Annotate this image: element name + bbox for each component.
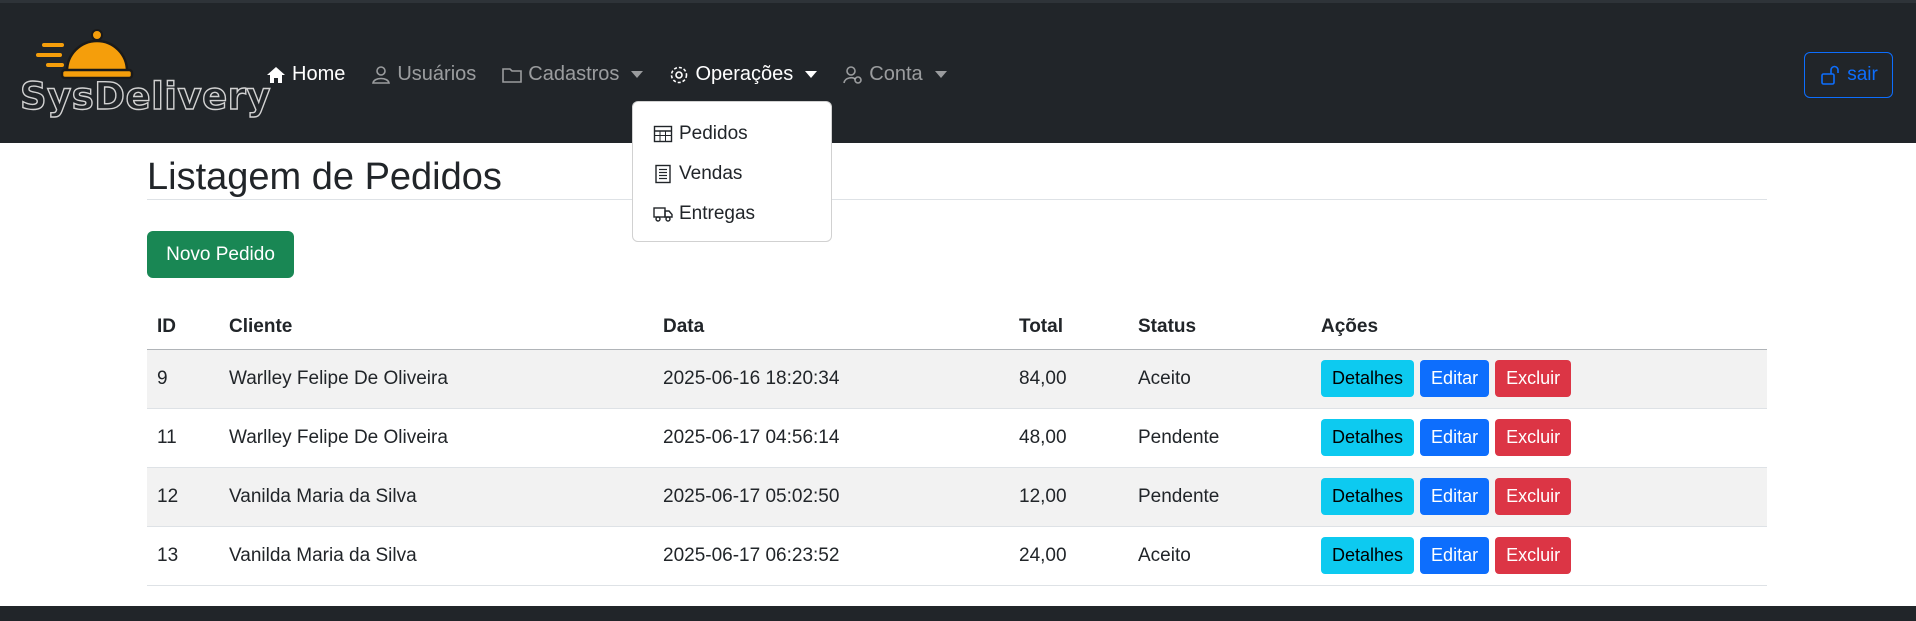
cell-total: 84,00 bbox=[1009, 349, 1128, 409]
cell-actions: Detalhes Editar Excluir bbox=[1311, 526, 1767, 586]
chevron-down-icon bbox=[805, 71, 818, 78]
logout-label: sair bbox=[1847, 64, 1878, 85]
chevron-down-icon bbox=[934, 71, 947, 78]
table-icon bbox=[653, 125, 673, 143]
edit-button[interactable]: Editar bbox=[1420, 360, 1490, 397]
details-button[interactable]: Detalhes bbox=[1321, 360, 1415, 397]
cell-client: Warlley Felipe De Oliveira bbox=[219, 349, 653, 409]
header-client: Cliente bbox=[219, 305, 653, 350]
nav-account[interactable]: Conta bbox=[843, 63, 947, 86]
edit-button[interactable]: Editar bbox=[1420, 419, 1490, 456]
brand-logo[interactable]: SysDelivery bbox=[19, 29, 271, 121]
cell-client: Vanilda Maria da Silva bbox=[219, 526, 653, 586]
cell-status: Pendente bbox=[1128, 467, 1311, 527]
cell-actions: Detalhes Editar Excluir bbox=[1311, 349, 1767, 409]
cell-status: Aceito bbox=[1128, 526, 1311, 586]
nav-users[interactable]: Usuários bbox=[371, 63, 476, 86]
cell-date: 2025-06-17 06:23:52 bbox=[653, 526, 1009, 586]
logout-button[interactable]: sair bbox=[1804, 52, 1893, 98]
header-actions: Ações bbox=[1311, 305, 1767, 350]
edit-button[interactable]: Editar bbox=[1420, 537, 1490, 574]
folder-icon bbox=[502, 67, 523, 83]
nav-operations[interactable]: Operações bbox=[669, 63, 818, 86]
new-order-button[interactable]: Novo Pedido bbox=[147, 231, 294, 278]
gear-icon bbox=[671, 66, 688, 83]
cell-id: 12 bbox=[147, 467, 219, 527]
dropdown-item-vendas[interactable]: Vendas bbox=[633, 154, 831, 194]
cell-actions: Detalhes Editar Excluir bbox=[1311, 408, 1767, 468]
delete-button[interactable]: Excluir bbox=[1495, 478, 1572, 515]
table-row: 11 Warlley Felipe De Oliveira 2025-06-17… bbox=[147, 408, 1767, 468]
details-button[interactable]: Detalhes bbox=[1321, 478, 1415, 515]
person-gear-icon bbox=[843, 65, 863, 84]
cell-date: 2025-06-17 05:02:50 bbox=[653, 467, 1009, 527]
nav-operations-label: Operações bbox=[695, 63, 794, 85]
cell-total: 48,00 bbox=[1009, 408, 1128, 468]
table-row: 9 Warlley Felipe De Oliveira 2025-06-16 … bbox=[147, 349, 1767, 409]
cell-status: Pendente bbox=[1128, 408, 1311, 468]
table-row: 13 Vanilda Maria da Silva 2025-06-17 06:… bbox=[147, 526, 1767, 586]
nav-home[interactable]: Home bbox=[266, 63, 345, 86]
dropdown-item-label: Pedidos bbox=[679, 123, 748, 144]
nav-registrations-label: Cadastros bbox=[528, 63, 620, 85]
details-button[interactable]: Detalhes bbox=[1321, 419, 1415, 456]
header-total: Total bbox=[1009, 305, 1128, 350]
operations-dropdown-menu: Pedidos Vendas Entregas bbox=[632, 101, 832, 242]
truck-icon bbox=[653, 207, 673, 222]
nav-home-label: Home bbox=[292, 63, 346, 85]
cell-status: Aceito bbox=[1128, 349, 1311, 409]
chevron-down-icon bbox=[631, 71, 644, 78]
title-divider bbox=[147, 199, 1767, 200]
dropdown-item-label: Vendas bbox=[679, 163, 743, 184]
cell-actions: Detalhes Editar Excluir bbox=[1311, 467, 1767, 527]
page-title: Listagem de Pedidos bbox=[147, 156, 502, 198]
cell-id: 13 bbox=[147, 526, 219, 586]
table-row: 12 Vanilda Maria da Silva 2025-06-17 05:… bbox=[147, 467, 1767, 527]
cell-date: 2025-06-17 04:56:14 bbox=[653, 408, 1009, 468]
nav-registrations[interactable]: Cadastros bbox=[502, 63, 644, 86]
delete-button[interactable]: Excluir bbox=[1495, 419, 1572, 456]
cell-client: Vanilda Maria da Silva bbox=[219, 467, 653, 527]
cell-id: 9 bbox=[147, 349, 219, 409]
receipt-icon bbox=[655, 164, 671, 184]
brand-name: SysDelivery bbox=[19, 74, 272, 118]
house-icon bbox=[267, 66, 285, 83]
cell-total: 12,00 bbox=[1009, 467, 1128, 527]
orders-table: ID Cliente Data Total Status Ações 9 War… bbox=[147, 305, 1767, 586]
header-status: Status bbox=[1128, 305, 1311, 350]
nav-users-label: Usuários bbox=[397, 63, 477, 85]
details-button[interactable]: Detalhes bbox=[1321, 537, 1415, 574]
nav-account-label: Conta bbox=[869, 63, 923, 85]
dropdown-item-entregas[interactable]: Entregas bbox=[633, 194, 831, 234]
edit-button[interactable]: Editar bbox=[1420, 478, 1490, 515]
cell-total: 24,00 bbox=[1009, 526, 1128, 586]
top-navbar: SysDelivery Home Usuários Cadastros Oper… bbox=[0, 0, 1916, 143]
unlock-icon bbox=[1821, 65, 1839, 85]
header-id: ID bbox=[147, 305, 219, 350]
cell-client: Warlley Felipe De Oliveira bbox=[219, 408, 653, 468]
dropdown-item-pedidos[interactable]: Pedidos bbox=[633, 114, 831, 154]
delete-button[interactable]: Excluir bbox=[1495, 537, 1572, 574]
footer-bar bbox=[0, 606, 1916, 621]
cell-date: 2025-06-16 18:20:34 bbox=[653, 349, 1009, 409]
delete-button[interactable]: Excluir bbox=[1495, 360, 1572, 397]
table-header-row: ID Cliente Data Total Status Ações bbox=[147, 305, 1767, 350]
person-icon bbox=[372, 65, 391, 84]
main-nav: Home Usuários Cadastros Operações Conta bbox=[266, 63, 973, 86]
header-date: Data bbox=[653, 305, 1009, 350]
cell-id: 11 bbox=[147, 408, 219, 468]
dropdown-item-label: Entregas bbox=[679, 203, 756, 224]
